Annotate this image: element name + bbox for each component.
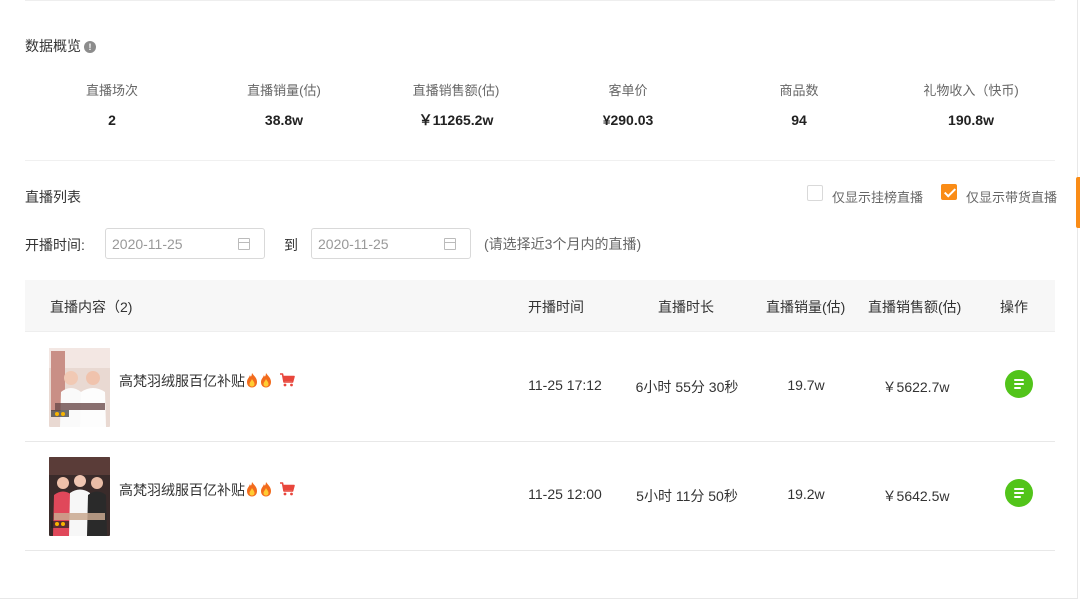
filter-hot-checkbox[interactable] bbox=[807, 185, 823, 201]
stat-value: 38.8w bbox=[264, 112, 304, 128]
flame-icon bbox=[247, 373, 271, 388]
table-header: 直播内容（2) 开播时间 直播时长 直播销量(估) 直播销售额(估) 操作 bbox=[25, 280, 1055, 332]
date-separator: 到 bbox=[284, 237, 298, 253]
live-title[interactable]: 高梵羽绒服百亿补贴 bbox=[119, 371, 295, 391]
stat-live-count: 直播场次 2 bbox=[32, 82, 192, 129]
list-detail-icon bbox=[1014, 379, 1024, 381]
overview-title-text: 数据概览 bbox=[25, 38, 81, 54]
row-start-time: 11-25 17:12 bbox=[528, 377, 602, 393]
live-title-text: 高梵羽绒服百亿补贴 bbox=[119, 482, 245, 498]
side-feedback-tab[interactable] bbox=[1076, 177, 1080, 228]
stat-label: 直播场次 bbox=[85, 83, 138, 98]
stat-value: ¥290.03 bbox=[602, 112, 654, 128]
table-row[interactable]: 高梵羽绒服百亿补贴 11-25 17:12 6小时 55分 30秒 19.7w … bbox=[25, 333, 1055, 442]
col-content: 直播内容（2) bbox=[50, 299, 133, 315]
calendar-icon bbox=[444, 238, 456, 250]
cart-icon bbox=[280, 373, 295, 387]
date-label: 开播时间: bbox=[25, 237, 85, 253]
cart-icon bbox=[280, 482, 295, 496]
date-hint: (请选择近3个月内的直播) bbox=[484, 236, 642, 252]
date-end-value: 2020-11-25 bbox=[318, 236, 389, 252]
list-title: 直播列表 bbox=[25, 189, 81, 205]
filter-goods-label[interactable]: 仅显示带货直播 bbox=[966, 187, 1057, 206]
col-duration[interactable]: 直播时长 bbox=[658, 297, 714, 317]
stat-label: 礼物收入（快币) bbox=[923, 83, 1019, 98]
table-row[interactable]: 高梵羽绒服百亿补贴 11-25 12:00 5小时 11分 50秒 19.2w … bbox=[25, 442, 1055, 551]
overview-stats: 直播场次 2 直播销量(估) 38.8w 直播销售额(估) ￥11265.2w … bbox=[25, 82, 1055, 132]
row-revenue: ￥5642.5w bbox=[882, 488, 950, 504]
stat-value: 2 bbox=[108, 112, 116, 128]
row-sales: 19.7w bbox=[787, 377, 825, 393]
list-detail-icon-line bbox=[1014, 492, 1024, 494]
date-start-value: 2020-11-25 bbox=[112, 236, 183, 252]
stat-label: 直播销量(估) bbox=[247, 83, 321, 98]
overview-title: 数据概览! bbox=[25, 36, 96, 56]
row-revenue: ￥5622.7w bbox=[882, 379, 950, 395]
info-icon[interactable]: ! bbox=[84, 41, 96, 54]
list-detail-icon bbox=[1014, 488, 1024, 490]
filter-goods-checkbox[interactable] bbox=[941, 184, 957, 200]
stat-value: 190.8w bbox=[948, 112, 994, 128]
list-detail-icon-line bbox=[1014, 387, 1021, 389]
live-title[interactable]: 高梵羽绒服百亿补贴 bbox=[119, 480, 295, 500]
col-revenue[interactable]: 直播销售额(估) bbox=[868, 297, 961, 317]
row-start-time: 11-25 12:00 bbox=[528, 486, 602, 502]
live-thumbnail[interactable] bbox=[49, 457, 110, 536]
col-sales[interactable]: 直播销量(估) bbox=[766, 297, 845, 317]
row-duration: 5小时 11分 50秒 bbox=[636, 488, 738, 504]
filter-hot-label[interactable]: 仅显示挂榜直播 bbox=[832, 187, 923, 206]
stat-sales-amount: 直播销售额(估) ￥11265.2w bbox=[376, 82, 536, 129]
detail-button[interactable] bbox=[1005, 370, 1033, 398]
stat-label: 直播销售额(估) bbox=[412, 83, 500, 98]
live-thumbnail[interactable] bbox=[49, 348, 110, 427]
row-sales: 19.2w bbox=[787, 486, 825, 502]
section-divider bbox=[25, 160, 1055, 161]
list-detail-icon-line bbox=[1014, 496, 1021, 498]
stat-sales-volume: 直播销量(估) 38.8w bbox=[204, 82, 364, 129]
stat-gift-income: 礼物收入（快币) 190.8w bbox=[891, 82, 1051, 129]
live-title-text: 高梵羽绒服百亿补贴 bbox=[119, 373, 245, 389]
calendar-icon bbox=[238, 238, 250, 250]
list-detail-icon-line bbox=[1014, 383, 1024, 385]
detail-button[interactable] bbox=[1005, 479, 1033, 507]
date-end-input[interactable]: 2020-11-25 bbox=[311, 228, 471, 259]
stat-value: ￥11265.2w bbox=[418, 112, 494, 128]
row-duration: 6小时 55分 30秒 bbox=[635, 379, 739, 395]
stat-product-count: 商品数 94 bbox=[719, 82, 879, 129]
col-action: 操作 bbox=[1000, 299, 1028, 315]
flame-icon bbox=[247, 482, 271, 497]
stat-label: 客单价 bbox=[608, 83, 648, 98]
stat-value: 94 bbox=[791, 112, 807, 128]
date-start-input[interactable]: 2020-11-25 bbox=[105, 228, 265, 259]
stat-label: 商品数 bbox=[779, 83, 819, 98]
stat-unit-price: 客单价 ¥290.03 bbox=[548, 82, 708, 129]
top-divider bbox=[25, 0, 1055, 1]
col-start-time[interactable]: 开播时间 bbox=[528, 297, 584, 317]
